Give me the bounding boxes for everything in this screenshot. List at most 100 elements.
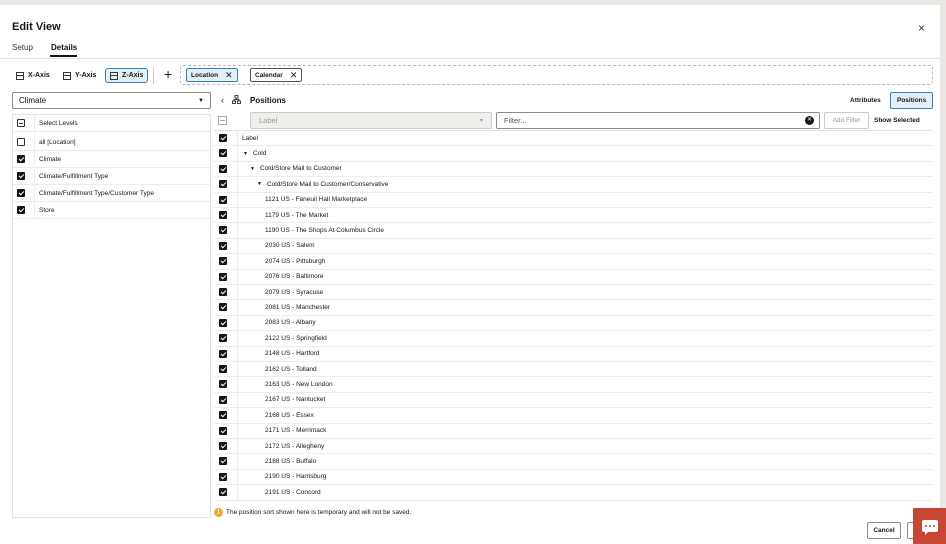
level-checkbox[interactable]: [17, 138, 25, 146]
table-row[interactable]: 2167 US - Nantucket: [214, 392, 933, 409]
table-row[interactable]: ▼ Cold/Store Mail to Customer/Conservati…: [214, 177, 933, 193]
level-row[interactable]: all [Location]: [13, 134, 210, 151]
level-checkbox[interactable]: [17, 189, 25, 197]
y-axis-label: Y-Axis: [75, 72, 97, 79]
table-row[interactable]: 2079 US - Syracuse: [214, 285, 933, 301]
table-row[interactable]: 1179 US - The Market: [214, 208, 933, 224]
row-checkbox[interactable]: [219, 288, 227, 296]
y-axis-button[interactable]: Y-Axis: [59, 68, 100, 83]
row-checkbox[interactable]: [219, 395, 227, 404]
row-label: 1190 US - The Shops At Columbus Circle: [265, 227, 384, 235]
dimension-select[interactable]: Climate ▼: [12, 92, 211, 109]
row-checkbox[interactable]: [219, 257, 227, 266]
row-checkbox[interactable]: [219, 365, 227, 373]
level-checkbox[interactable]: [17, 172, 25, 180]
z-axis-label: Z-Axis: [122, 72, 144, 79]
level-checkbox[interactable]: [17, 155, 25, 163]
chip-calendar[interactable]: Calendar ✕: [250, 68, 303, 82]
expand-triangle-icon[interactable]: ▼: [250, 166, 255, 172]
tab-setup[interactable]: Setup: [12, 43, 33, 52]
level-row[interactable]: Store: [13, 202, 210, 219]
expand-triangle-icon[interactable]: ▼: [243, 151, 248, 157]
level-row[interactable]: Climate: [13, 151, 210, 168]
row-checkbox[interactable]: [219, 426, 227, 435]
table-row[interactable]: 2188 US - Buffalo: [214, 454, 933, 470]
row-checkbox[interactable]: [219, 472, 227, 481]
row-label: 2171 US - Merrimack: [265, 427, 327, 435]
row-checkbox[interactable]: [219, 241, 227, 250]
table-row[interactable]: 2076 US - Baltimore: [214, 269, 933, 285]
attributes-button[interactable]: Attributes: [844, 92, 887, 109]
warning-icon: !: [214, 508, 223, 517]
row-label: Cold: [253, 150, 267, 158]
row-checkbox[interactable]: [219, 303, 227, 312]
chat-button[interactable]: [913, 508, 946, 544]
level-checkbox[interactable]: [17, 206, 25, 214]
table-row[interactable]: 2163 US - New London: [214, 377, 933, 393]
row-label: 2148 US - Hartford: [265, 350, 320, 358]
add-dimension-icon[interactable]: +: [164, 66, 172, 82]
table-row[interactable]: 2190 US - Harrisburg: [214, 469, 933, 486]
row-label: 2172 US - Allegheny: [265, 442, 325, 450]
info-message-text: The position sort shown here is temporar…: [226, 509, 412, 516]
row-checkbox[interactable]: [219, 442, 227, 450]
row-checkbox[interactable]: [219, 272, 227, 281]
cancel-button[interactable]: Cancel: [867, 522, 901, 539]
row-label: 2191 US - Concord: [265, 488, 321, 496]
table-row[interactable]: 2168 US - Essex: [214, 408, 933, 424]
table-row[interactable]: 1190 US - The Shops At Columbus Circle: [214, 223, 933, 239]
level-label: Climate: [39, 155, 62, 163]
z-axis-button[interactable]: Z-Axis: [105, 68, 149, 83]
row-checkbox[interactable]: [219, 195, 227, 204]
chip-location[interactable]: Location ✕: [186, 68, 238, 82]
header-checkbox[interactable]: [219, 134, 227, 142]
table-row[interactable]: 1121 US - Faneuil Hall Marketplace: [214, 192, 933, 208]
select-all-positions-icon[interactable]: [218, 116, 227, 125]
table-row[interactable]: 2030 US - Salem: [214, 238, 933, 255]
table-row[interactable]: 2172 US - Allegheny: [214, 439, 933, 455]
level-row[interactable]: Climate/Fulfillment Type: [13, 168, 210, 185]
table-row[interactable]: 2074 US - Pittsburgh: [214, 254, 933, 270]
expand-triangle-icon[interactable]: ▼: [257, 181, 262, 187]
row-checkbox[interactable]: [219, 334, 227, 343]
remove-location-icon[interactable]: ✕: [225, 70, 233, 81]
positions-button[interactable]: Positions: [890, 92, 934, 109]
row-label: 2167 US - Nantucket: [265, 396, 326, 404]
row-checkbox[interactable]: [219, 226, 227, 235]
row-checkbox[interactable]: [219, 411, 227, 420]
row-label: 2081 US - Manchester: [265, 304, 331, 312]
row-checkbox[interactable]: [219, 211, 227, 219]
dimension-select-value: Climate: [19, 96, 47, 105]
row-checkbox[interactable]: [219, 164, 227, 173]
row-checkbox[interactable]: [219, 180, 227, 189]
row-checkbox[interactable]: [219, 349, 227, 358]
table-row[interactable]: 2148 US - Hartford: [214, 346, 933, 362]
table-row[interactable]: 2171 US - Merrimack: [214, 423, 933, 439]
clear-filter-icon[interactable]: ✕: [805, 116, 814, 125]
table-row[interactable]: 2162 US - Tolland: [214, 362, 933, 378]
table-row[interactable]: 2083 US - Albany: [214, 315, 933, 332]
close-icon[interactable]: ×: [918, 21, 925, 35]
level-row[interactable]: Climate/Fulfillment Type/Customer Type: [13, 185, 210, 202]
row-checkbox[interactable]: [219, 318, 227, 327]
table-row[interactable]: ▼ Cold: [214, 146, 933, 162]
table-row[interactable]: ▼ Cold/Store Mail to Customer: [214, 161, 933, 178]
row-checkbox[interactable]: [219, 149, 227, 158]
select-all-levels-checkbox[interactable]: [17, 119, 25, 127]
tab-details[interactable]: Details: [51, 43, 77, 52]
row-label: 2074 US - Pittsburgh: [265, 257, 326, 265]
tabs-divider: [0, 58, 940, 59]
row-checkbox[interactable]: [219, 457, 227, 466]
dialog-title: Edit View: [12, 21, 61, 33]
chevron-left-icon[interactable]: ‹: [221, 95, 224, 105]
table-row[interactable]: 2122 US - Springfield: [214, 331, 933, 347]
table-row[interactable]: 2081 US - Manchester: [214, 300, 933, 316]
show-selected-button[interactable]: Show Selected: [874, 112, 920, 129]
row-label: 2122 US - Springfield: [265, 334, 327, 342]
table-row[interactable]: 2191 US - Concord: [214, 485, 933, 501]
filter-input[interactable]: Filter... ✕: [496, 112, 820, 129]
row-checkbox[interactable]: [219, 380, 227, 389]
x-axis-button[interactable]: X-Axis: [12, 68, 54, 83]
remove-calendar-icon[interactable]: ✕: [290, 70, 298, 81]
row-checkbox[interactable]: [219, 488, 227, 497]
